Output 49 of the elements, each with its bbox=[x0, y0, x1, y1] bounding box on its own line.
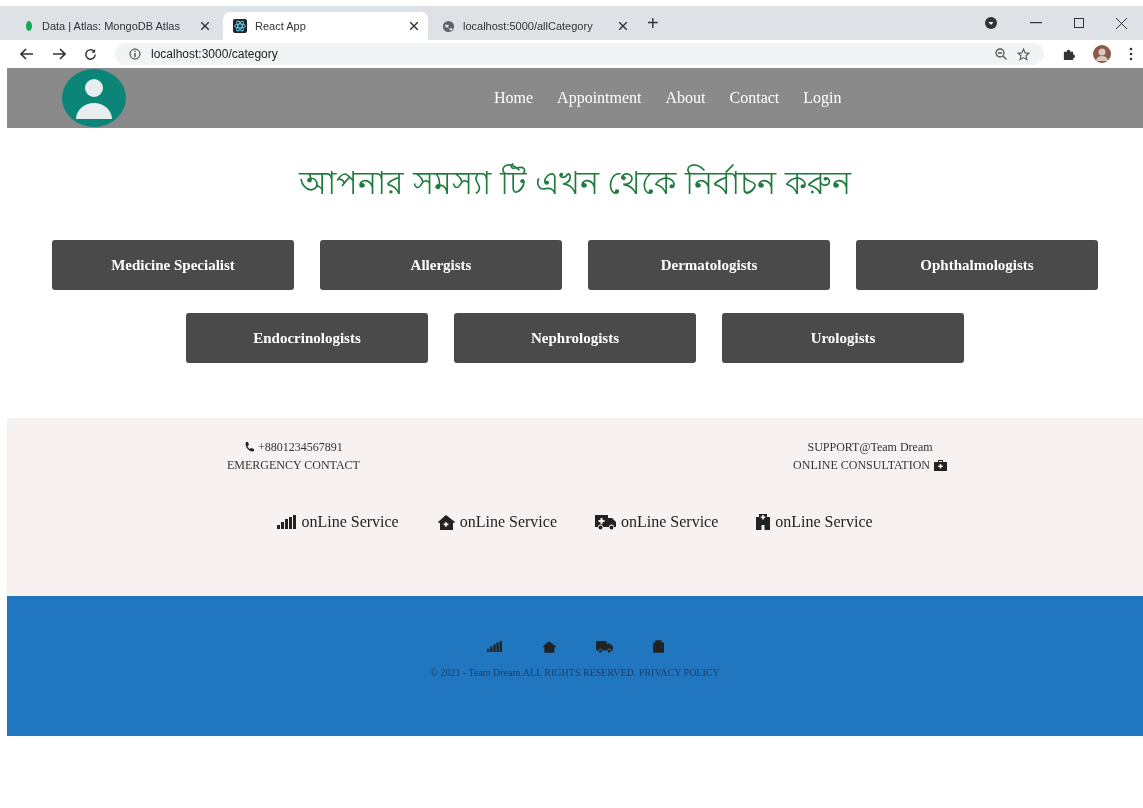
close-icon[interactable] bbox=[201, 22, 209, 30]
medical-kit-icon bbox=[934, 460, 947, 471]
new-tab-button[interactable]: + bbox=[647, 13, 659, 33]
contact-label: ONLINE CONSULTATION bbox=[793, 458, 930, 473]
category-button[interactable]: Endocrinologists bbox=[186, 313, 428, 363]
browser-tab[interactable]: localhost:5000/allCategory bbox=[432, 12, 637, 40]
service-label: onLine Service bbox=[621, 513, 719, 531]
support-text: SUPPORT@Team Dream bbox=[807, 440, 933, 455]
browser-tab[interactable]: React App bbox=[223, 12, 428, 40]
address-field[interactable]: localhost:3000/category bbox=[115, 43, 1044, 65]
signal-icon bbox=[277, 515, 297, 529]
leaf-icon bbox=[24, 20, 34, 32]
category-button[interactable]: Dermatologists bbox=[588, 240, 830, 290]
info-icon[interactable] bbox=[129, 48, 141, 60]
contact-label: EMERGENCY CONTACT bbox=[227, 458, 360, 473]
close-icon[interactable] bbox=[619, 22, 627, 30]
minimize-icon[interactable] bbox=[1030, 22, 1042, 24]
copyright-text: © 2021 - Team Dream.ALL RIGHTS RESERVED. PRIVACY POLICY bbox=[430, 667, 720, 678]
close-icon[interactable] bbox=[1116, 17, 1127, 29]
phone-number: +8801234567891 bbox=[258, 440, 343, 455]
zoom-icon[interactable] bbox=[995, 48, 1007, 60]
back-icon[interactable] bbox=[20, 48, 34, 60]
browser-tab[interactable]: Data | Atlas: MongoDB Atlas bbox=[14, 12, 219, 40]
signal-icon bbox=[486, 641, 502, 652]
ambulance-icon bbox=[595, 514, 616, 530]
globe-icon bbox=[442, 19, 455, 33]
service-label: onLine Service bbox=[301, 513, 399, 531]
more-icon[interactable] bbox=[1129, 47, 1133, 61]
home-icon bbox=[541, 640, 556, 653]
forward-icon[interactable] bbox=[52, 48, 66, 60]
atom-icon bbox=[233, 19, 247, 33]
category-button[interactable]: Ophthalmologists bbox=[856, 240, 1098, 290]
category-button[interactable]: Allergists bbox=[320, 240, 562, 290]
category-button[interactable]: Medicine Specialist bbox=[52, 240, 294, 290]
avatar-icon[interactable] bbox=[1093, 45, 1111, 63]
reload-icon[interactable] bbox=[84, 47, 97, 61]
close-icon[interactable] bbox=[410, 22, 418, 30]
star-icon[interactable] bbox=[1017, 47, 1030, 61]
ambulance-icon bbox=[595, 640, 613, 653]
category-button[interactable]: Urologists bbox=[722, 313, 964, 363]
home-icon bbox=[436, 514, 455, 530]
category-button[interactable]: Nephrologists bbox=[454, 313, 696, 363]
service-label: onLine Service bbox=[459, 513, 557, 531]
page-heading: আপনার সমস্যা টি এখন থেকে নির্বাচন করুন bbox=[297, 162, 853, 200]
phone-icon bbox=[244, 442, 255, 453]
service-label: onLine Service bbox=[775, 513, 873, 531]
dropdown-icon[interactable] bbox=[984, 16, 998, 30]
puzzle-icon[interactable] bbox=[1062, 47, 1075, 61]
maximize-icon[interactable] bbox=[1074, 18, 1084, 28]
